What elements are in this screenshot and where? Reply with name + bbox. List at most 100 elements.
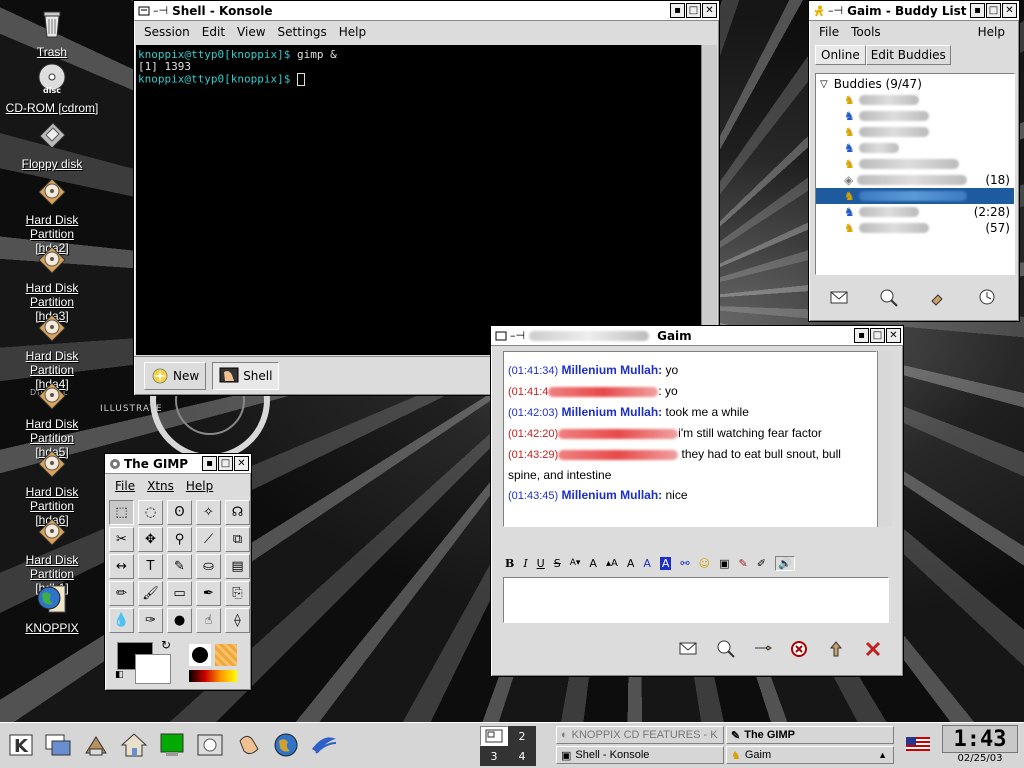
font-face-icon[interactable]: A [627, 557, 635, 570]
crop-icon[interactable]: ⟋ [196, 527, 221, 552]
menu-file[interactable]: File [109, 479, 141, 493]
konsole-titlebar[interactable]: –⊣ Shell - Konsole ▪ □ ✕ [134, 1, 719, 21]
buddy-row[interactable]: ♞ [816, 140, 1014, 156]
default-colors-icon[interactable]: ◧ [115, 670, 124, 680]
window-list-icon[interactable] [42, 729, 74, 761]
smudge-icon[interactable]: ☝ [196, 608, 221, 633]
menu-file[interactable]: File [813, 25, 845, 39]
clone-icon[interactable]: ⎘ [225, 581, 250, 606]
brush-pattern-gradient[interactable] [187, 644, 241, 684]
close-button[interactable]: ✕ [234, 456, 249, 471]
help-icon[interactable] [232, 729, 264, 761]
menu-view[interactable]: View [231, 25, 271, 39]
buddy-group[interactable]: ▽ Buddies (9/47) [816, 76, 1014, 92]
menu-session[interactable]: Session [138, 25, 196, 39]
transform-icon[interactable]: ⧉ [225, 527, 250, 552]
menu-tools[interactable]: Tools [845, 25, 887, 39]
scissors-icon[interactable]: ✂ [109, 527, 134, 552]
close-conversation-icon[interactable] [862, 638, 884, 660]
gimp-toolbox-window[interactable]: The GIMP ▪ □ ✕ File Xtns Help ⬚ ◌ ʘ ✧ ☊ ✂ ✥ ⚲ ⟋ ⧉… [104, 453, 252, 691]
maximize-button[interactable]: □ [218, 456, 233, 471]
buddy-tree[interactable]: ▽ Buddies (9/47) ♞ ♞ ♞ ♞ ♞ ◈ (18) ♞ ♞ (2:28) ♞ (57) [815, 73, 1015, 275]
buddy-row[interactable]: ♞ [816, 108, 1014, 124]
buddy-row[interactable]: ♞ [816, 92, 1014, 108]
buddy-row[interactable]: ♞ [816, 156, 1014, 172]
chat-icon[interactable] [928, 287, 950, 309]
buddy-list-titlebar[interactable]: –⊣ Gaim - Buddy List ▪ □ ✕ [809, 1, 1019, 21]
fg-color-icon[interactable]: A [643, 557, 651, 570]
buddy-row[interactable]: ♞ (2:28) [816, 204, 1014, 220]
flip-icon[interactable]: ↔ [109, 554, 134, 579]
pencil-icon[interactable]: ✏ [109, 581, 134, 606]
tab-shell[interactable]: Shell [212, 362, 280, 390]
home-icon[interactable] [118, 729, 150, 761]
ink-icon[interactable]: ✑ [138, 608, 163, 633]
chat-log[interactable]: (01:41:34) Millenium Mullah: yo (01:41:4… [503, 351, 877, 527]
buddy-row[interactable]: ♞ (57) [816, 220, 1014, 236]
font-normal-icon[interactable]: A [589, 557, 597, 570]
text-icon[interactable]: T [138, 554, 163, 579]
chat-scrollbar[interactable] [877, 351, 892, 527]
buddy-row[interactable]: ♞ [816, 188, 1014, 204]
pager-desktop-2[interactable]: 2 [508, 726, 536, 746]
minimize-button[interactable]: ▪ [202, 456, 217, 471]
desktop-icon-cdrom[interactable]: disc CD-ROM [cdrom] [0, 62, 104, 115]
gaim-chat-titlebar[interactable]: –⊣ Gaim ▪ □ ✕ [491, 326, 903, 346]
bold-button[interactable]: B [505, 557, 514, 570]
font-smaller-icon[interactable]: A▾ [570, 558, 581, 568]
task-konsole[interactable]: ▣ Shell - Konsole [556, 746, 724, 764]
sound-icon[interactable]: 🔊 [774, 555, 795, 571]
underline-button[interactable]: U [537, 557, 545, 570]
terminal-area[interactable]: knoppix@ttyp0[knoppix]$ gimp & [1] 1393 … [136, 45, 701, 355]
link-icon[interactable]: ⚯ [680, 557, 689, 570]
minimize-button[interactable]: ▪ [970, 3, 985, 18]
new-session-button[interactable]: New [144, 362, 207, 390]
keyboard-layout-flag-icon[interactable] [906, 737, 930, 751]
send-icon[interactable] [678, 638, 700, 660]
terminal-scrollbar[interactable] [701, 45, 717, 355]
task-gimp[interactable]: ✎ The GIMP [726, 726, 894, 744]
pager-desktop-1[interactable] [480, 726, 508, 746]
browser-icon[interactable] [270, 729, 302, 761]
swap-colors-icon[interactable]: ↻ [161, 638, 171, 652]
info-icon[interactable] [878, 287, 900, 309]
eraser-icon[interactable]: ▭ [167, 581, 192, 606]
fuzzy-select-icon[interactable]: ✧ [196, 500, 221, 525]
gaim-chat-window[interactable]: –⊣ Gaim ▪ □ ✕ (01:41:34) Millenium Mulla… [490, 325, 904, 677]
blur-icon[interactable]: 💧 [109, 608, 134, 633]
brush-preview[interactable] [189, 644, 211, 666]
desktop-icon-knoppix[interactable]: KNOPPIX [0, 582, 104, 635]
pin-icon[interactable]: –⊣ [510, 329, 525, 342]
task-knoppix-features[interactable]: ◐ KNOPPIX CD FEATURES - K [556, 726, 724, 744]
office-icon[interactable] [308, 729, 340, 761]
italic-button[interactable]: I [523, 557, 527, 570]
color-area[interactable]: ↻ ◧ [111, 638, 177, 686]
bg-color-icon[interactable]: A [659, 556, 672, 570]
pattern-preview[interactable] [215, 644, 237, 666]
menu-xtns[interactable]: Xtns [141, 479, 180, 493]
collapse-arrow-icon[interactable]: ▽ [820, 79, 828, 90]
background-color[interactable] [135, 654, 171, 684]
message-input[interactable] [503, 577, 889, 623]
dodge-icon[interactable]: ● [167, 608, 192, 633]
minimize-button[interactable]: ▪ [854, 328, 869, 343]
clock[interactable]: 1:43 02/25/03 [942, 725, 1018, 765]
close-button[interactable]: ✕ [886, 328, 901, 343]
bucket-fill-icon[interactable]: ⛀ [196, 554, 221, 579]
gimp-titlebar[interactable]: The GIMP ▪ □ ✕ [105, 454, 251, 474]
tab-edit-buddies[interactable]: Edit Buddies [865, 45, 951, 65]
im-icon[interactable] [829, 287, 851, 309]
task-gaim[interactable]: ♞ Gaim ▲ [726, 746, 894, 764]
desktop-icon-floppy[interactable]: Floppy disk [0, 118, 104, 171]
pager-desktop-4[interactable]: 4 [508, 746, 536, 766]
add-buddy-icon[interactable] [752, 638, 774, 660]
warn-icon[interactable] [825, 638, 847, 660]
strike-button[interactable]: S [554, 557, 561, 570]
close-button[interactable]: ✕ [702, 3, 717, 18]
menu-help[interactable]: Help [972, 25, 1011, 39]
close-button[interactable]: ✕ [1002, 3, 1017, 18]
minimize-button[interactable]: ▪ [670, 3, 685, 18]
away-icon[interactable] [977, 287, 999, 309]
task-dropdown-icon[interactable]: ▲ [878, 750, 887, 760]
maximize-button[interactable]: □ [870, 328, 885, 343]
